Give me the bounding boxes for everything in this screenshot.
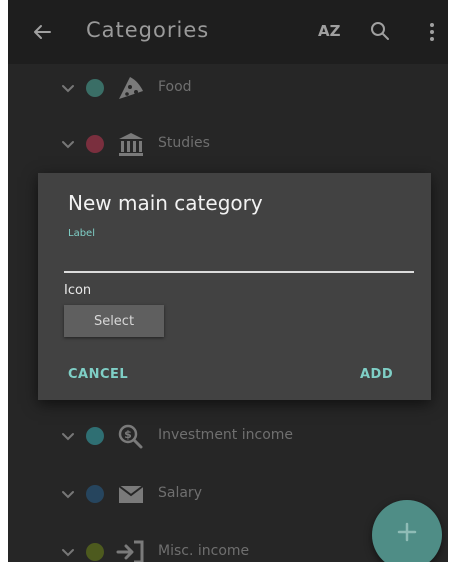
- list-item[interactable]: Studies: [8, 120, 448, 170]
- dialog-title: New main category: [68, 191, 263, 215]
- category-label: Investment income: [158, 427, 294, 443]
- add-category-fab[interactable]: [372, 500, 442, 562]
- category-color-dot: [86, 485, 104, 503]
- chevron-down-icon[interactable]: [60, 136, 76, 152]
- arrow-left-icon[interactable]: [30, 20, 54, 44]
- icon-field-label: Icon: [64, 283, 92, 298]
- sort-az-button[interactable]: AZ: [318, 22, 341, 40]
- category-color-dot: [86, 543, 104, 561]
- app-screen: Categories AZ Food Studies $ Investment …: [8, 0, 448, 562]
- bank-icon: [119, 133, 143, 156]
- category-color-dot: [86, 135, 104, 153]
- category-label: Food: [158, 79, 192, 95]
- chevron-down-icon[interactable]: [60, 544, 76, 560]
- svg-text:$: $: [124, 428, 132, 441]
- label-field-label: Label: [68, 228, 95, 239]
- label-input[interactable]: [64, 247, 414, 273]
- page-title: Categories: [86, 18, 210, 42]
- category-label: Misc. income: [158, 543, 250, 559]
- category-label: Studies: [158, 135, 210, 151]
- category-color-dot: [86, 427, 104, 445]
- login-arrow-icon: [116, 540, 144, 562]
- pizza-icon: [119, 77, 143, 99]
- chevron-down-icon[interactable]: [60, 428, 76, 444]
- more-vert-icon[interactable]: [426, 20, 438, 44]
- select-icon-button[interactable]: Select: [64, 305, 164, 337]
- new-category-dialog: New main category Label Icon Select CANC…: [38, 173, 431, 400]
- category-label: Salary: [158, 485, 202, 501]
- search-icon[interactable]: [368, 19, 392, 43]
- add-button[interactable]: ADD: [360, 367, 393, 382]
- list-item[interactable]: $ Investment income: [8, 412, 448, 462]
- envelope-icon: [118, 485, 144, 503]
- list-item[interactable]: Food: [8, 64, 448, 114]
- chevron-down-icon[interactable]: [60, 486, 76, 502]
- cancel-button[interactable]: CANCEL: [68, 367, 128, 382]
- app-bar: Categories AZ: [8, 0, 448, 64]
- magnify-money-icon: $: [118, 424, 143, 449]
- plus-icon: [397, 522, 417, 542]
- category-color-dot: [86, 79, 104, 97]
- chevron-down-icon[interactable]: [60, 80, 76, 96]
